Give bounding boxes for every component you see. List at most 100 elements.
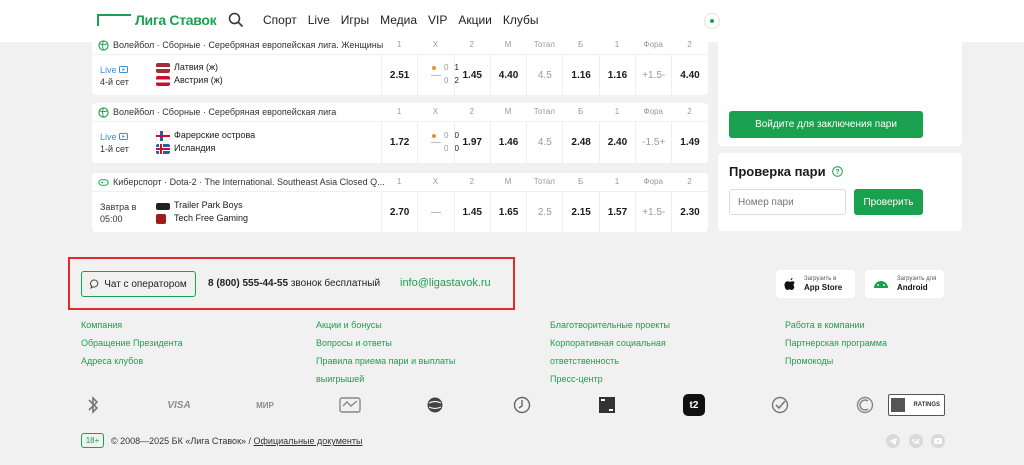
event-period: 4-й сет (100, 77, 129, 87)
appstore-name: App Store (804, 283, 843, 292)
footer-link[interactable]: Компания (81, 316, 251, 334)
footer-link[interactable]: Партнерская программа (785, 334, 955, 352)
team-logo-icon (156, 213, 166, 224)
market-headers: 1 X 2 М Тотал Б 1 Фора 2 (381, 103, 708, 121)
odd-cell[interactable]: 4.40 (489, 55, 526, 95)
nav-media[interactable]: Медиа (380, 13, 417, 27)
footer-link[interactable]: Работа в компании (785, 316, 955, 334)
team-name: Австрия (ж) (174, 75, 223, 85)
footer-links-col-4: Работа в компании Партнерская программа … (785, 316, 955, 370)
odd-cell[interactable]: 1.97 (453, 122, 490, 163)
mts-logo-icon (598, 394, 616, 416)
support-email-link[interactable]: info@ligastavok.ru (400, 277, 491, 289)
odd-cell[interactable]: 1.65 (489, 192, 526, 232)
phone-number[interactable]: 8 (800) 555-44-55 (208, 278, 288, 289)
odd-cell[interactable]: 2.15 (562, 192, 598, 232)
odd-cell[interactable]: 1.45 (453, 192, 490, 232)
odd-cell[interactable]: 1.49 (671, 122, 707, 163)
nav-clubs[interactable]: Клубы (503, 13, 539, 27)
copyright: © 2008—2025 БК «Лига Ставок» / Официальн… (111, 436, 363, 446)
visa-logo: VISA (167, 399, 191, 411)
event-status: Live 1-й сет (100, 131, 129, 155)
odd-cell[interactable]: 1.72 (381, 122, 417, 163)
live-indicator-icon[interactable] (705, 14, 719, 28)
odds-row: 2.51 — 1.45 4.40 4.5 1.16 1.16 +1.5- 4.4… (381, 55, 708, 95)
team-away: Исландия (156, 142, 255, 155)
chat-with-operator-button[interactable]: Чат с оператором (81, 271, 196, 297)
odd-cell[interactable]: 1.45 (453, 55, 490, 95)
odd-cell[interactable]: 4.40 (671, 55, 707, 95)
nav-games[interactable]: Игры (341, 13, 369, 27)
appstore-caption: Загрузить в (804, 276, 837, 282)
event-league[interactable]: Волейбол · Сборные · Серебряная европейс… (113, 40, 388, 50)
odd-cell[interactable]: 2.30 (671, 192, 707, 232)
live-label: Live (100, 132, 117, 142)
market-header: Б (578, 177, 584, 186)
odd-cell[interactable]: 4.5 (526, 55, 562, 95)
odd-cell[interactable]: — (417, 122, 453, 163)
nav-vip[interactable]: VIP (428, 13, 447, 27)
android-button[interactable]: Загрузить для Android (865, 270, 944, 298)
team-name: Trailer Park Boys (174, 200, 243, 210)
market-header: Тотал (533, 40, 555, 49)
odd-cell[interactable]: +1.5- (635, 55, 671, 95)
footer-link[interactable]: Пресс-центр (550, 370, 720, 388)
odd-cell[interactable]: 2.70 (381, 192, 417, 232)
android-caption: Загрузить для (897, 276, 937, 282)
market-header: 2 (687, 40, 692, 49)
vk-icon[interactable] (909, 434, 923, 448)
footer-link[interactable]: Благотворительные проекты (550, 316, 720, 334)
odd-cell[interactable]: -1.5+ (635, 122, 671, 163)
odd-cell[interactable]: 2.5 (526, 192, 562, 232)
odd-cell[interactable]: +1.5- (635, 192, 671, 232)
footer-link[interactable]: Обращение Президента (81, 334, 251, 352)
odd-cell[interactable]: — (417, 55, 453, 95)
odd-cell[interactable]: 2.51 (381, 55, 417, 95)
odd-cell[interactable]: 2.48 (562, 122, 598, 163)
odd-cell[interactable]: 2.40 (598, 122, 635, 163)
odd-cell[interactable]: 1.57 (598, 192, 635, 232)
logo[interactable]: Лига Ставок (97, 12, 217, 28)
volleyball-icon (98, 39, 109, 51)
footer-link[interactable]: Промокоды (785, 352, 955, 370)
event-header: Киберспорт · Dota-2 · The International.… (92, 173, 708, 191)
market-header: Фора (643, 40, 663, 49)
nav-sport[interactable]: Спорт (263, 13, 297, 27)
telegram-icon[interactable] (886, 434, 900, 448)
event-league[interactable]: Волейбол · Сборные · Серебряная европейс… (113, 107, 388, 117)
footer-link[interactable]: выигрышей (316, 370, 486, 388)
event-row[interactable]: Live 4-й сет Латвия (ж) Австрия (ж) 01 0… (92, 54, 708, 95)
appstore-button[interactable]: Загрузить в App Store (776, 270, 855, 298)
ratings-text: RATINGS (913, 402, 940, 408)
odd-cell[interactable]: 1.16 (562, 55, 598, 95)
login-to-bet-button[interactable]: Войдите для заключения пари (729, 111, 923, 138)
footer-link[interactable]: ответственность (550, 352, 720, 370)
bet-number-input[interactable] (729, 189, 846, 215)
nav-live[interactable]: Live (308, 13, 330, 27)
official-docs-link[interactable]: Официальные документы (254, 436, 363, 446)
odd-cell[interactable]: 1.16 (598, 55, 635, 95)
odd-cell[interactable]: 1.46 (489, 122, 526, 163)
odd-cell[interactable]: — (417, 192, 453, 232)
youtube-icon[interactable] (931, 434, 945, 448)
copyright-text: © 2008—2025 БК «Лига Ставок» / (111, 436, 252, 446)
bank-logo-icon (338, 394, 362, 416)
check-bet-button[interactable]: Проверить (854, 189, 923, 215)
event-row[interactable]: Live 1-й сет Фарерские острова Исландия … (92, 121, 708, 163)
footer-link[interactable]: Корпоративная социальная (550, 334, 720, 352)
help-icon[interactable]: ? (831, 166, 843, 177)
circle-logo-icon (855, 394, 875, 416)
market-header: 2 (687, 107, 692, 116)
footer-link[interactable]: Правила приема пари и выплаты (316, 352, 506, 370)
event-row[interactable]: Завтра в 05:00 Trailer Park Boys Tech Fr… (92, 191, 708, 232)
footer-link[interactable]: Адреса клубов (81, 352, 251, 370)
footer-link[interactable]: Вопросы и ответы (316, 334, 486, 352)
event-card: Киберспорт · Dota-2 · The International.… (92, 173, 708, 232)
event-period: 1-й сет (100, 144, 129, 154)
footer-link[interactable]: Акции и бонусы (316, 316, 486, 334)
search-icon[interactable] (228, 12, 244, 28)
nav-promo[interactable]: Акции (458, 13, 492, 27)
event-league[interactable]: Киберспорт · Dota-2 · The International.… (113, 177, 388, 187)
odd-cell[interactable]: 4.5 (526, 122, 562, 163)
video-icon (119, 133, 129, 140)
